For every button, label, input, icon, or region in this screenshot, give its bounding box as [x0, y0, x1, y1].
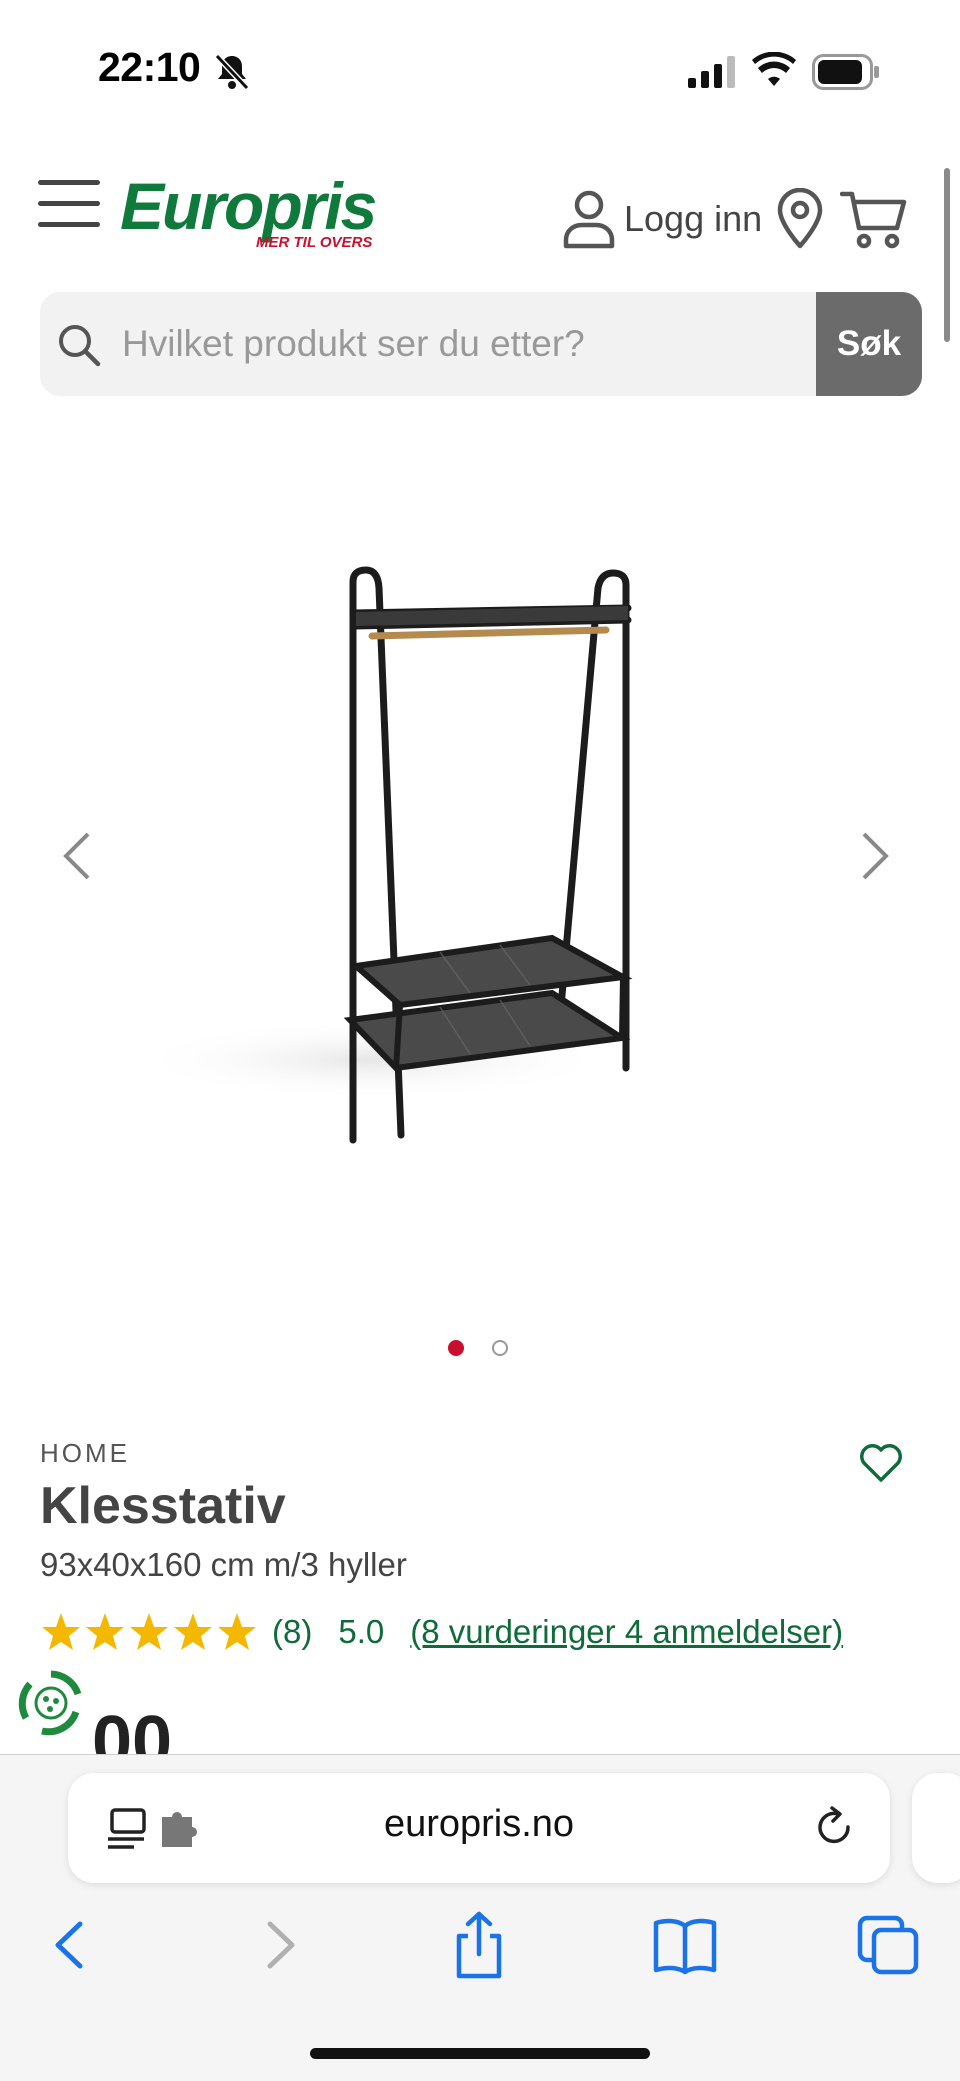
gallery-dot-1[interactable]	[448, 1340, 464, 1356]
login-label: Logg inn	[624, 198, 763, 239]
gallery-dot-2[interactable]	[492, 1340, 508, 1356]
heart-icon[interactable]	[858, 1442, 904, 1484]
user-icon	[563, 190, 615, 249]
tabs-icon[interactable]	[854, 1910, 924, 1980]
browser-nav-bar	[0, 1910, 960, 1980]
cellular-signal-icon	[688, 56, 735, 88]
bell-slash-icon	[214, 53, 250, 91]
address-bar[interactable]: europris.no	[68, 1773, 890, 1883]
previous-image-button[interactable]	[58, 828, 98, 884]
product-brand: HOME	[40, 1438, 130, 1468]
product-image	[132, 566, 633, 1144]
product-price: 00	[92, 1702, 173, 1754]
location-pin-icon[interactable]	[776, 188, 824, 250]
logo-tagline: MER TIL OVERS	[256, 234, 373, 251]
cart-icon[interactable]	[840, 188, 908, 250]
europris-logo[interactable]: Europris MER TIL OVERS	[120, 168, 377, 258]
search-bar: Søk	[40, 292, 922, 396]
star-rating	[40, 1611, 258, 1653]
scrollbar[interactable]	[944, 168, 950, 342]
search-input[interactable]	[122, 292, 822, 396]
star-icon	[218, 1613, 256, 1650]
home-indicator	[310, 2048, 650, 2059]
search-button[interactable]: Søk	[816, 292, 922, 396]
next-tab-preview[interactable]	[912, 1773, 960, 1883]
product-gallery[interactable]	[40, 440, 920, 1180]
status-time: 22:10	[98, 44, 201, 90]
back-icon[interactable]	[36, 1910, 106, 1980]
menu-button[interactable]	[38, 180, 104, 230]
logo-text: Europris	[120, 169, 377, 243]
next-image-button[interactable]	[854, 828, 894, 884]
wifi-icon	[752, 52, 796, 86]
rating-count: (8)	[272, 1613, 313, 1650]
search-icon	[59, 325, 101, 367]
rating-score: 5.0	[338, 1613, 385, 1650]
product-subtitle: 93x40x160 cm m/3 hyller	[40, 1546, 407, 1583]
status-bar: 22:10	[0, 0, 960, 130]
reload-icon[interactable]	[814, 1805, 858, 1851]
bookmarks-icon[interactable]	[650, 1910, 720, 1980]
recycle-icon[interactable]	[16, 1668, 86, 1738]
star-icon	[42, 1613, 80, 1650]
battery-icon	[812, 54, 879, 90]
reviews-link[interactable]: (8 vurderinger 4 anmeldelser)	[410, 1613, 843, 1651]
login-button[interactable]: Logg inn	[560, 186, 762, 252]
share-icon[interactable]	[444, 1910, 514, 1980]
star-icon	[130, 1613, 168, 1650]
gallery-pagination	[448, 1340, 508, 1356]
product-title: Klesstativ	[40, 1477, 286, 1535]
star-icon	[174, 1613, 212, 1650]
product-rating: (8) 5.0 (8 vurderinger 4 anmeldelser)	[40, 1606, 843, 1658]
forward-icon[interactable]	[244, 1910, 314, 1980]
star-icon	[86, 1613, 124, 1650]
url-text: europris.no	[383, 1803, 575, 1845]
